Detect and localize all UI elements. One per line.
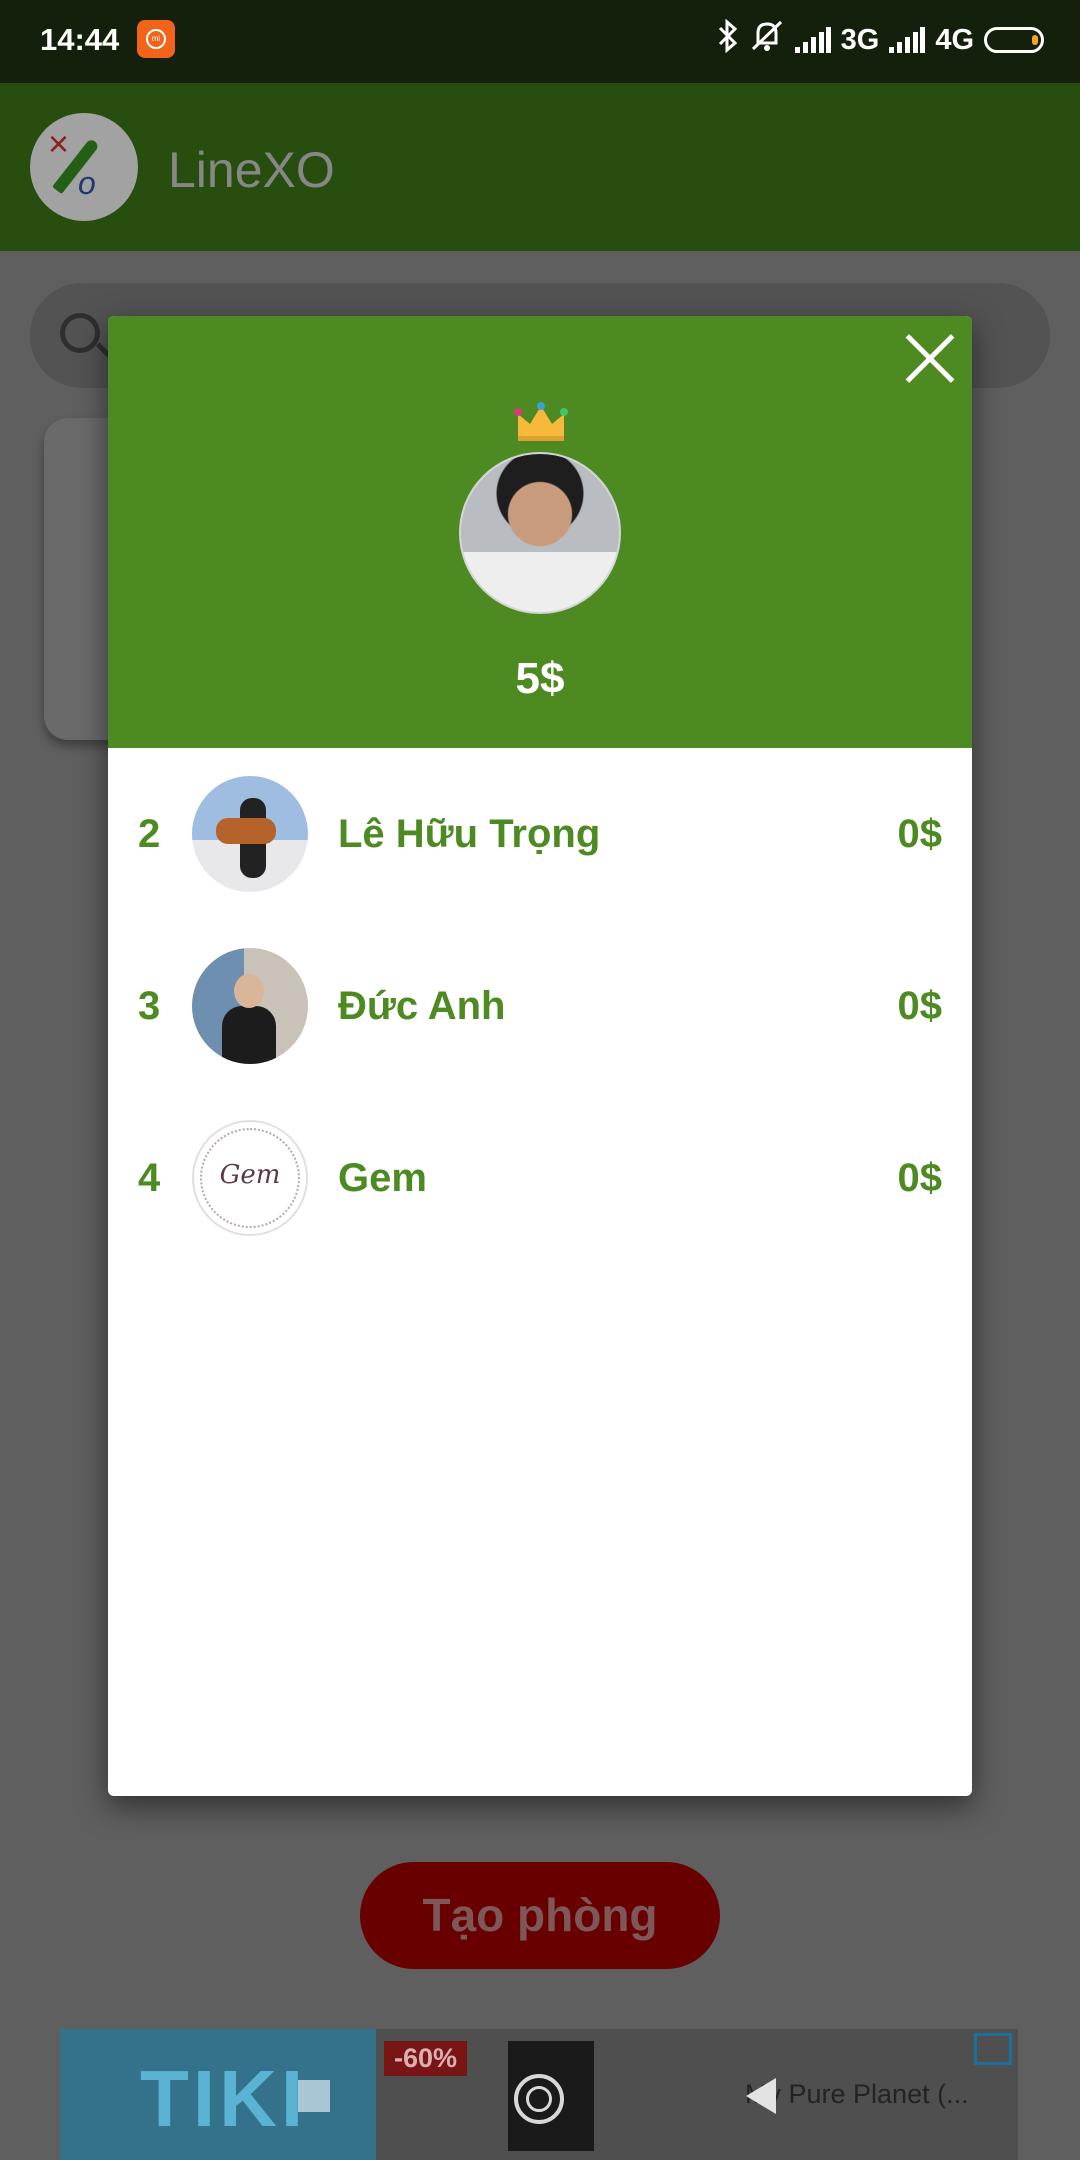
leaderboard-dialog: 5$ 2 Lê Hữu Trọng 0$ 3 Đức Anh 0$ 4 Gem …: [108, 316, 972, 1796]
rank-list: 2 Lê Hữu Trọng 0$ 3 Đức Anh 0$ 4 Gem Gem…: [108, 748, 972, 1264]
player-name: Gem: [338, 1156, 427, 1200]
close-button[interactable]: [902, 330, 958, 386]
leaderboard-header: 5$: [108, 316, 972, 748]
ad-discount-badge: -60%: [384, 2041, 468, 2076]
crown-icon: [514, 402, 568, 441]
top-player-score: 5$: [515, 654, 565, 703]
avatar: Gem: [192, 1120, 308, 1236]
player-name: Lê Hữu Trọng: [338, 812, 601, 856]
status-icons: 3G 4G: [717, 18, 1044, 61]
back-button[interactable]: [746, 2078, 776, 2114]
ad-choices-icon[interactable]: [974, 2033, 1012, 2065]
signal-icon-1: [794, 27, 831, 53]
signal-icon-2: [889, 27, 926, 53]
player-score: 0$: [897, 812, 943, 856]
network-type-2: 4G: [935, 23, 974, 56]
avatar: [192, 948, 308, 1064]
rank-number: 2: [138, 812, 161, 856]
search-icon: [60, 313, 100, 353]
app-title: LineXO: [168, 142, 335, 198]
mi-icon: mi: [137, 20, 175, 58]
player-score: 0$: [897, 1156, 943, 1200]
app-logo: × o: [30, 113, 138, 221]
home-button[interactable]: [514, 2074, 564, 2124]
bluetooth-icon: [717, 18, 739, 61]
app-bar: × o LineXO: [0, 83, 1080, 251]
recent-apps-button[interactable]: [298, 2080, 330, 2112]
ad-brand-logo: TIKI: [140, 2054, 308, 2143]
rank-number: 4: [138, 1156, 161, 1200]
player-name: Đức Anh: [338, 984, 506, 1028]
status-time: 14:44: [40, 22, 120, 57]
ad-text: My Pure Planet (...: [745, 2079, 969, 2109]
create-room-button: Tạo phòng: [360, 1862, 720, 1969]
avatar: [192, 776, 308, 892]
list-item[interactable]: 2 Lê Hữu Trọng 0$: [108, 748, 972, 920]
rank-number: 3: [138, 984, 161, 1028]
avatar-logo-text: Gem: [219, 1160, 281, 1190]
network-type-1: 3G: [840, 23, 880, 56]
status-bar: 14:44 mi 3G 4G: [0, 0, 1080, 83]
muted-bell-icon: [749, 19, 785, 61]
player-score: 0$: [897, 984, 943, 1028]
top-player-avatar: [459, 452, 621, 614]
list-item[interactable]: 3 Đức Anh 0$: [108, 920, 972, 1092]
battery-icon: [984, 27, 1044, 53]
list-item[interactable]: 4 Gem Gem 0$: [108, 1092, 972, 1264]
